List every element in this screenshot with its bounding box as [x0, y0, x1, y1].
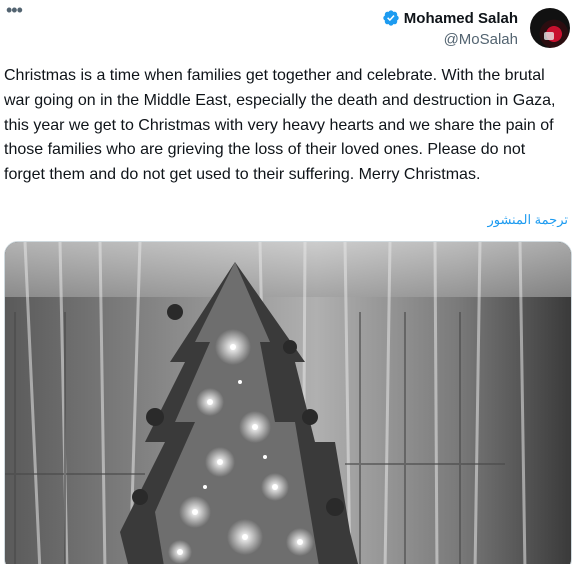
- more-options-button[interactable]: •••: [6, 1, 26, 24]
- avatar-photo-detail: [544, 32, 554, 40]
- tweet-photo[interactable]: [4, 241, 572, 564]
- author-info[interactable]: Mohamed Salah @MoSalah: [382, 9, 518, 48]
- avatar[interactable]: [530, 8, 570, 48]
- verified-badge-icon: [382, 9, 400, 27]
- author-name-row: Mohamed Salah: [382, 9, 518, 27]
- translate-post-link[interactable]: ترجمة المنشور: [487, 212, 568, 228]
- tweet-card: ••• Mohamed Salah @MoSalah Christmas is …: [0, 0, 576, 564]
- author-display-name[interactable]: Mohamed Salah: [404, 10, 518, 27]
- author-handle[interactable]: @MoSalah: [382, 31, 518, 48]
- tweet-text: Christmas is a time when families get to…: [4, 67, 556, 184]
- christmas-tree-photo: [5, 242, 571, 564]
